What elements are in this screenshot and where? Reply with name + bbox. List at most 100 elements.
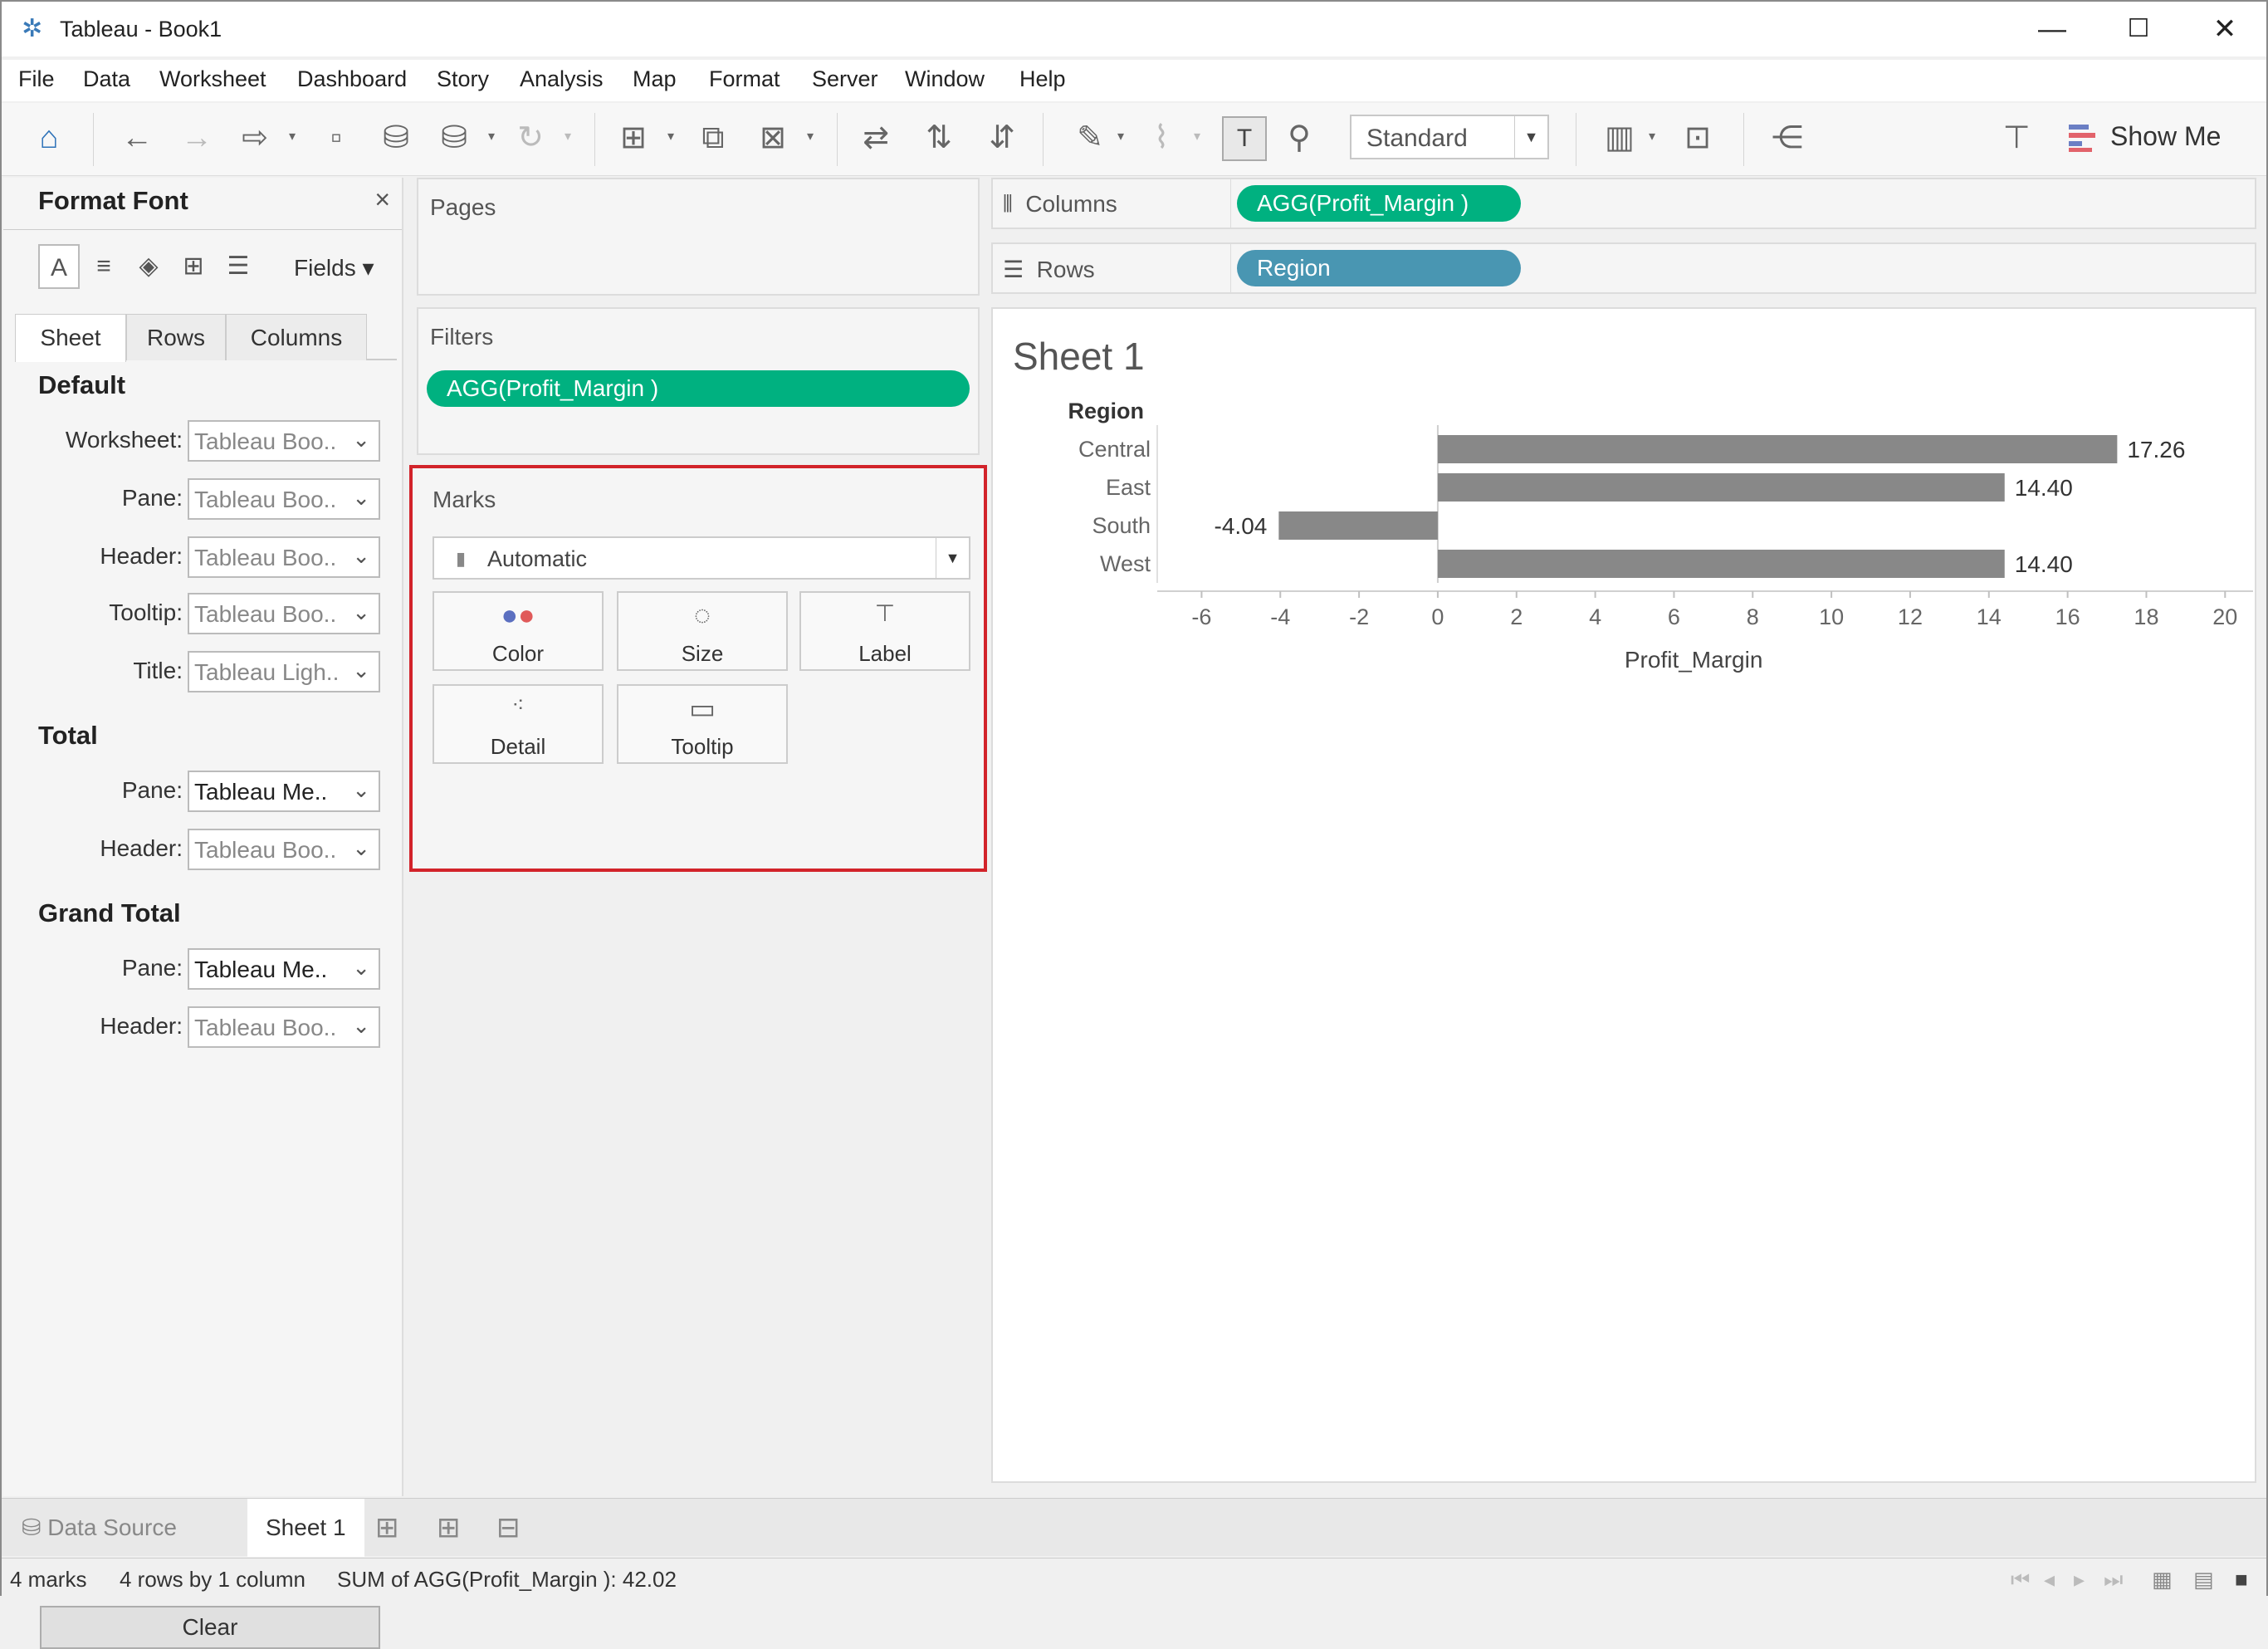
tooltip-font-select[interactable]: Tableau Boo.. ⌄ [188,593,380,634]
menu-map[interactable]: Map [633,66,677,92]
format-painter-icon[interactable]: ⊤ [1996,115,2037,161]
columns-shelf[interactable]: ⫴ Columns AGG(Profit_Margin ) [991,178,2256,229]
undo-icon[interactable]: ← [116,115,158,161]
chevron-down-icon: ⌄ [352,835,370,860]
filter-pill-profit-margin[interactable]: AGG(Profit_Margin ) [427,370,970,407]
menu-server[interactable]: Server [812,66,878,92]
grand-total-pane-font-select[interactable]: Tableau Me.. ⌄ [188,948,380,990]
columns-pill-profit-margin[interactable]: AGG(Profit_Margin ) [1237,185,1521,222]
filters-card[interactable]: Filters AGG(Profit_Margin ) [417,307,980,455]
close-icon[interactable]: × [374,184,390,215]
clear-button[interactable]: Clear [40,1606,380,1649]
sheet1-tab[interactable]: Sheet 1 [247,1499,364,1557]
tab-sheet[interactable]: Sheet [15,314,126,362]
chevron-down-icon: ▼ [936,538,969,578]
menu-format[interactable]: Format [709,66,780,92]
font-format-icon[interactable]: A [38,244,80,289]
tooltip-button[interactable]: ▭ Tooltip [617,684,788,764]
lines-format-icon[interactable]: ☰ [218,244,259,289]
worksheet-font-value: Tableau Boo.. [194,428,337,454]
shading-format-icon[interactable]: ◈ [128,244,169,289]
duplicate-sheet-icon[interactable]: ⧉ [692,115,734,161]
home-icon[interactable]: ⌂ [28,115,70,161]
rows-pill-region[interactable]: Region [1237,250,1521,286]
group-dropdown-icon[interactable]: ▾ [1194,128,1200,144]
fit-select[interactable]: Standard ▼ [1350,115,1549,159]
total-header-font-select[interactable]: Tableau Boo.. ⌄ [188,829,380,870]
refresh-dropdown-icon[interactable]: ▾ [565,128,571,144]
refresh-icon[interactable]: ↻ [510,115,551,161]
menu-worksheet[interactable]: Worksheet [159,66,266,92]
grid-view-icon[interactable]: ▦ [2152,1567,2173,1593]
last-page-icon[interactable]: ⏭ [2104,1567,2123,1593]
columns-label-text: Columns [1025,191,1117,217]
fix-axes-pin-icon[interactable]: ⚲ [1278,115,1320,161]
new-worksheet-dropdown-icon[interactable]: ▾ [667,128,674,144]
new-dashboard-tab-icon[interactable]: ⊞ [437,1499,461,1557]
tab-rows[interactable]: Rows [126,314,226,360]
share-icon[interactable]: ⋲ [1767,115,1808,161]
detail-button[interactable]: ⁖ Detail [433,684,604,764]
first-page-icon[interactable]: ⏮ [2011,1567,2030,1593]
alignment-format-icon[interactable]: ≡ [83,244,125,289]
pause-updates-icon[interactable]: ⛁ [433,115,475,161]
pane-font-select[interactable]: Tableau Boo.. ⌄ [188,478,380,520]
redo-icon[interactable]: → [176,115,218,161]
fields-dropdown[interactable]: Fields ▾ [294,254,374,281]
size-button[interactable]: ◌ Size [617,591,788,671]
minimize-button[interactable]: — [2009,2,2095,56]
data-source-tab[interactable]: ⛁ Data Source [22,1499,177,1557]
tab-columns[interactable]: Columns [226,314,367,360]
replay-icon[interactable]: ⇨ [234,115,276,161]
presentation-mode-icon[interactable]: ⊡ [1677,115,1718,161]
data-source-label: Data Source [47,1514,177,1540]
total-pane-font-select[interactable]: Tableau Me.. ⌄ [188,771,380,812]
color-label: Color [491,641,545,666]
menu-help[interactable]: Help [1019,66,1066,92]
sort-ascending-icon[interactable]: ⇅ [918,115,960,161]
menu-file[interactable]: File [18,66,55,92]
maximize-button[interactable]: ☐ [2095,2,2182,56]
label-label: Label [858,641,912,666]
new-worksheet-tab-icon[interactable]: ⊞ [375,1499,399,1557]
save-icon[interactable]: ▫ [315,115,357,161]
mark-type-select[interactable]: ▮ Automatic ▼ [433,536,970,580]
show-cards-dropdown-icon[interactable]: ▾ [1649,128,1655,144]
menu-story[interactable]: Story [437,66,489,92]
menu-window[interactable]: Window [905,66,985,92]
highlight-dropdown-icon[interactable]: ▾ [1117,128,1124,144]
section-default: Default [38,370,126,399]
row-label-east: East [1106,475,1151,500]
new-story-tab-icon[interactable]: ⊟ [496,1499,521,1557]
show-mark-labels-button[interactable]: T [1222,116,1267,161]
highlight-icon[interactable]: ✎ [1069,115,1111,161]
new-data-source-icon[interactable]: ⛁ [375,115,417,161]
pages-card[interactable]: Pages [417,178,980,296]
menu-analysis[interactable]: Analysis [520,66,604,92]
menu-dashboard[interactable]: Dashboard [297,66,407,92]
next-page-icon[interactable]: ▸ [2074,1567,2085,1593]
filmstrip-view-icon[interactable]: ▤ [2193,1567,2214,1593]
grand-total-header-font-select[interactable]: Tableau Boo.. ⌄ [188,1006,380,1048]
sort-descending-icon[interactable]: ⇵ [981,115,1023,161]
menu-data[interactable]: Data [83,66,130,92]
close-button[interactable]: ✕ [2182,2,2268,56]
swap-rows-columns-icon[interactable]: ⇄ [855,115,897,161]
borders-format-icon[interactable]: ⊞ [173,244,214,289]
replay-dropdown-icon[interactable]: ▾ [289,128,296,144]
new-worksheet-icon[interactable]: ⊞ [613,115,654,161]
prev-page-icon[interactable]: ◂ [2044,1567,2055,1593]
color-button[interactable]: ●● Color [433,591,604,671]
group-members-icon[interactable]: ⌇ [1141,115,1182,161]
clear-sheet-icon[interactable]: ⊠ [752,115,794,161]
header-font-select[interactable]: Tableau Boo.. ⌄ [188,536,380,578]
show-cards-icon[interactable]: ▥ [1599,115,1640,161]
pause-dropdown-icon[interactable]: ▾ [488,128,495,144]
grand-total-pane-font-label: Pane: [121,955,183,981]
rows-shelf[interactable]: ☰ Rows Region [991,242,2256,294]
tab-view-icon[interactable]: ■ [2235,1567,2248,1593]
label-button[interactable]: ⊤ Label [799,591,970,671]
clear-dropdown-icon[interactable]: ▾ [807,128,814,144]
worksheet-font-select[interactable]: Tableau Boo.. ⌄ [188,420,380,462]
title-font-select[interactable]: Tableau Ligh.. ⌄ [188,651,380,692]
